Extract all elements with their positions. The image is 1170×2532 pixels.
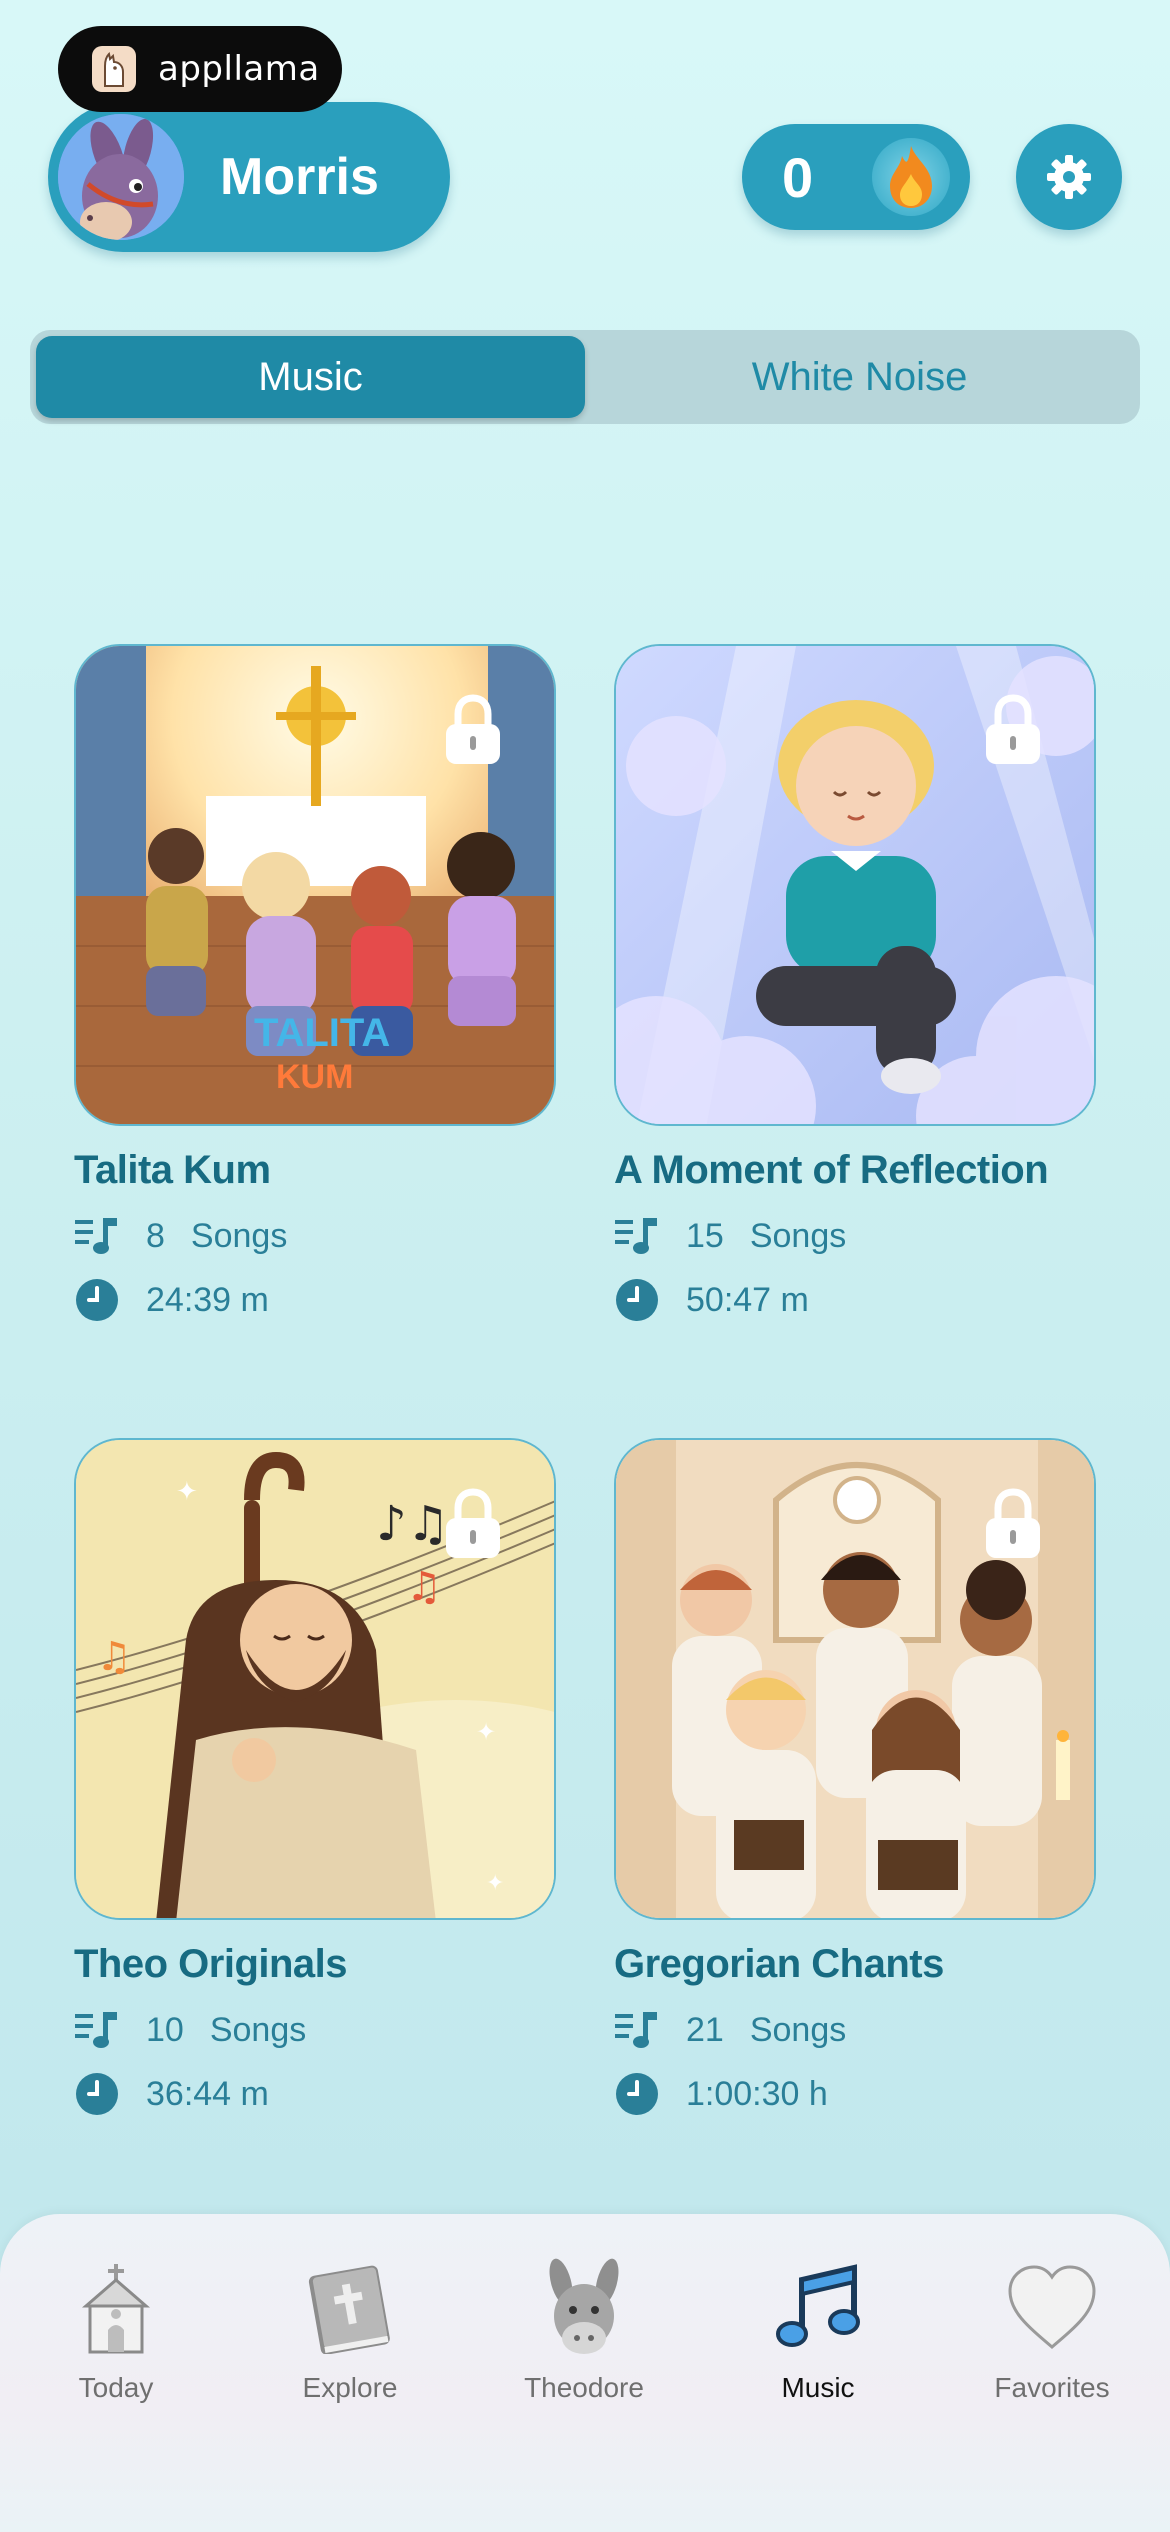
svg-text:✦: ✦	[486, 1871, 504, 1896]
settings-button[interactable]	[1016, 124, 1122, 230]
playlist-icon	[74, 2007, 120, 2053]
kum-art-text: KUM	[276, 1058, 353, 1096]
nav-label: Explore	[302, 2372, 398, 2403]
brand-name: appllama	[158, 49, 320, 89]
nav-today[interactable]: Today	[16, 2258, 216, 2404]
clock-icon	[74, 2071, 120, 2117]
songs-count: 10	[146, 2010, 184, 2049]
clock-icon	[614, 2071, 660, 2117]
appllama-badge: appllama	[58, 26, 342, 112]
nav-label: Music	[781, 2372, 855, 2403]
llama-logo-icon	[92, 46, 136, 92]
songs-label: Songs	[749, 2010, 847, 2049]
duration: 50:47 m	[686, 1280, 809, 1319]
songs-label: Songs	[190, 1216, 288, 1255]
lock-icon	[982, 694, 1044, 766]
chapel-icon	[66, 2258, 166, 2358]
svg-text:✦: ✦	[476, 1718, 496, 1746]
duration-meta: 50:47 m	[614, 1279, 1096, 1321]
lock-icon	[982, 1488, 1044, 1560]
album-card-theo-originals[interactable]: ♪♫ ♫ ♫ ♫ ✦ ✦ ✦ Theo Originals	[74, 1438, 556, 2115]
album-art: ♪♫ ♫ ♫ ♫ ✦ ✦ ✦	[74, 1438, 556, 1920]
lock-icon	[442, 1488, 504, 1560]
clock-icon	[614, 1277, 660, 1323]
streak-count: 0	[782, 145, 814, 209]
lock-icon	[442, 694, 504, 766]
album-card-a-moment-of-reflection[interactable]: A Moment of Reflection 15 Songs 50:47 m	[614, 644, 1096, 1321]
album-title: Talita Kum	[74, 1148, 271, 1192]
album-title: Gregorian Chants	[614, 1942, 944, 1986]
album-title: A Moment of Reflection	[614, 1148, 1049, 1192]
duration-meta: 1:00:30 h	[614, 2073, 1096, 2115]
duration-meta: 36:44 m	[74, 2073, 556, 2115]
songs-meta: 8 Songs	[74, 1215, 556, 1257]
streak-counter[interactable]: 0	[742, 124, 970, 230]
heart-icon	[1002, 2258, 1102, 2358]
nav-music[interactable]: Music	[718, 2258, 918, 2404]
svg-text:♪♫: ♪♫	[376, 1496, 450, 1552]
songs-meta: 10 Songs	[74, 2009, 556, 2051]
svg-text:♫: ♫	[96, 1634, 132, 1680]
talita-art-text: TALITA	[254, 1011, 390, 1055]
playlist-icon	[614, 2007, 660, 2053]
bible-icon	[300, 2258, 400, 2358]
nav-favorites[interactable]: Favorites	[952, 2258, 1152, 2404]
donkey-avatar	[58, 114, 184, 240]
songs-count: 21	[686, 2010, 724, 2049]
songs-meta: 15 Songs	[614, 1215, 1096, 1257]
album-art	[614, 1438, 1096, 1920]
songs-meta: 21 Songs	[614, 2009, 1096, 2051]
songs-label: Songs	[209, 2010, 307, 2049]
songs-count: 15	[686, 1216, 724, 1255]
album-art: TALITA KUM	[74, 644, 556, 1126]
album-card-gregorian-chants[interactable]: Gregorian Chants 21 Songs 1:00:30 h	[614, 1438, 1096, 2115]
nav-label: Today	[78, 2372, 154, 2403]
bottom-tab-bar: Today Explore Theodore Music Favorites	[0, 2214, 1170, 2532]
nav-label: Theodore	[524, 2372, 644, 2403]
tab-music[interactable]: Music	[36, 336, 585, 418]
songs-label: Songs	[749, 1216, 847, 1255]
svg-text:✦: ✦	[176, 1477, 198, 1507]
nav-label: Favorites	[994, 2372, 1110, 2403]
duration-meta: 24:39 m	[74, 1279, 556, 1321]
clock-icon	[74, 1277, 120, 1323]
tab-white-noise[interactable]: White Noise	[585, 336, 1134, 418]
duration: 1:00:30 h	[686, 2074, 828, 2113]
songs-count: 8	[146, 1216, 165, 1255]
playlist-icon	[74, 1213, 120, 1259]
duration: 24:39 m	[146, 1280, 269, 1319]
donkey-icon	[534, 2258, 634, 2358]
album-card-talita-kum[interactable]: TALITA KUM Talita Kum 8 Songs 24:39 m	[74, 644, 556, 1321]
music-note-icon	[768, 2258, 868, 2358]
profile-button[interactable]: Morris	[48, 102, 450, 252]
gear-icon	[1047, 155, 1091, 199]
svg-text:♫: ♫	[406, 1564, 442, 1610]
album-title: Theo Originals	[74, 1942, 348, 1986]
album-art	[614, 644, 1096, 1126]
playlist-icon	[614, 1213, 660, 1259]
nav-theodore[interactable]: Theodore	[484, 2258, 684, 2404]
profile-name: Morris	[220, 148, 379, 206]
duration: 36:44 m	[146, 2074, 269, 2113]
flame-icon	[872, 138, 950, 216]
category-tabs: Music White Noise	[30, 330, 1140, 424]
nav-explore[interactable]: Explore	[250, 2258, 450, 2404]
